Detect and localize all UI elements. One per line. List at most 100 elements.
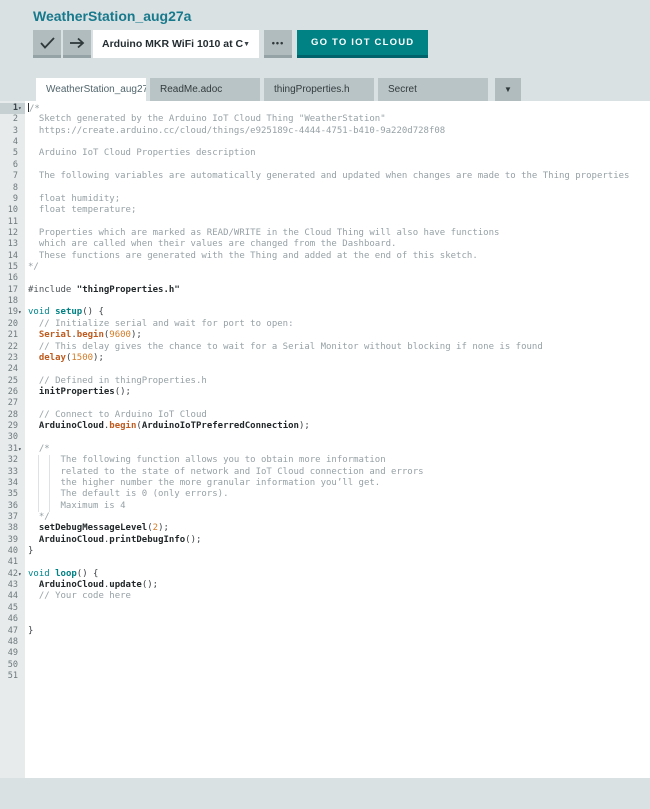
code-line[interactable] [25, 296, 650, 307]
code-line[interactable]: #include "thingProperties.h" [25, 285, 650, 296]
code-line[interactable]: // Your code here [25, 591, 650, 602]
code-line[interactable]: */ [25, 262, 650, 273]
code-line[interactable]: related to the state of network and IoT … [25, 467, 650, 478]
line-number: 37 [0, 512, 25, 523]
board-selector-label: Arduino MKR WiFi 1010 at C... [102, 38, 243, 50]
code-line[interactable] [25, 637, 650, 648]
code-line[interactable] [25, 217, 650, 228]
line-number: 26 [0, 387, 25, 398]
code-line[interactable] [25, 648, 650, 659]
code-line[interactable]: */ [25, 512, 650, 523]
code-line[interactable]: /* [25, 444, 650, 455]
code-line[interactable] [25, 557, 650, 568]
line-number: 3 [0, 126, 25, 137]
code-area[interactable]: /* Sketch generated by the Arduino IoT C… [25, 101, 650, 778]
code-line[interactable]: } [25, 626, 650, 637]
code-line[interactable] [25, 660, 650, 671]
code-line[interactable]: The following function allows you to obt… [25, 455, 650, 466]
code-line[interactable]: The following variables are automaticall… [25, 171, 650, 182]
right-arrow-icon [70, 37, 85, 49]
fold-caret-icon[interactable]: ▾ [18, 569, 25, 580]
tab-thingproperties-h[interactable]: thingProperties.h [264, 78, 374, 101]
code-line[interactable] [25, 671, 650, 682]
line-number: 48 [0, 637, 25, 648]
code-line[interactable]: float humidity; [25, 194, 650, 205]
code-line[interactable]: ArduinoCloud.update(); [25, 580, 650, 591]
code-line[interactable]: delay(1500); [25, 353, 650, 364]
page-title: WeatherStation_aug27a [33, 8, 191, 24]
line-number: 1▾ [0, 103, 25, 114]
code-line[interactable] [25, 160, 650, 171]
line-number: 24 [0, 364, 25, 375]
code-line[interactable]: ArduinoCloud.printDebugInfo(); [25, 535, 650, 546]
go-to-iot-cloud-button[interactable]: GO TO IOT CLOUD [297, 30, 428, 58]
line-number: 18 [0, 296, 25, 307]
line-number: 33 [0, 467, 25, 478]
code-line[interactable] [25, 364, 650, 375]
line-number: 20 [0, 319, 25, 330]
line-number: 50 [0, 660, 25, 671]
line-number: 45 [0, 603, 25, 614]
code-line[interactable] [25, 273, 650, 284]
line-number: 9 [0, 194, 25, 205]
code-line[interactable]: Arduino IoT Cloud Properties description [25, 148, 650, 159]
code-line[interactable]: } [25, 546, 650, 557]
code-line[interactable]: https://create.arduino.cc/cloud/things/e… [25, 126, 650, 137]
code-line[interactable]: /* [25, 103, 650, 114]
line-number: 12 [0, 228, 25, 239]
tab-secret[interactable]: Secret [378, 78, 488, 101]
code-editor[interactable]: 1▾2345678910111213141516171819▾202122232… [0, 101, 650, 778]
code-line[interactable]: Serial.begin(9600); [25, 330, 650, 341]
code-line[interactable]: setDebugMessageLevel(2); [25, 523, 650, 534]
arduino-web-editor: WeatherStation_aug27a Arduino MKR WiFi 1… [0, 0, 650, 809]
line-number: 14 [0, 251, 25, 262]
line-number: 36 [0, 501, 25, 512]
code-line[interactable]: // Defined in thingProperties.h [25, 376, 650, 387]
line-number: 43 [0, 580, 25, 591]
check-icon [40, 37, 55, 49]
fold-caret-icon[interactable]: ▾ [18, 103, 25, 114]
fold-caret-icon[interactable]: ▾ [18, 444, 25, 455]
code-line[interactable] [25, 614, 650, 625]
code-line[interactable]: These functions are generated with the T… [25, 251, 650, 262]
tab-readme-adoc[interactable]: ReadMe.adoc [150, 78, 260, 101]
line-number: 10 [0, 205, 25, 216]
line-number: 21 [0, 330, 25, 341]
code-line[interactable]: Maximum is 4 [25, 501, 650, 512]
line-number: 28 [0, 410, 25, 421]
code-line[interactable]: initProperties(); [25, 387, 650, 398]
code-line[interactable]: ArduinoCloud.begin(ArduinoIoTPreferredCo… [25, 421, 650, 432]
code-line[interactable] [25, 398, 650, 409]
code-line[interactable]: // This delay gives the chance to wait f… [25, 342, 650, 353]
code-line[interactable]: // Initialize serial and wait for port t… [25, 319, 650, 330]
chevron-down-icon: ▼ [243, 41, 250, 48]
line-number: 5 [0, 148, 25, 159]
code-line[interactable]: which are called when their values are c… [25, 239, 650, 250]
code-line[interactable]: // Connect to Arduino IoT Cloud [25, 410, 650, 421]
code-line[interactable]: void setup() { [25, 307, 650, 318]
verify-button[interactable] [33, 30, 61, 58]
line-number: 35 [0, 489, 25, 500]
code-line[interactable]: The default is 0 (only errors). [25, 489, 650, 500]
more-options-button[interactable]: ••• [264, 30, 292, 58]
code-line[interactable]: Properties which are marked as READ/WRIT… [25, 228, 650, 239]
fold-caret-icon[interactable]: ▾ [18, 307, 25, 318]
code-line[interactable] [25, 183, 650, 194]
toolbar: Arduino MKR WiFi 1010 at C... ▼ ••• GO T… [33, 30, 428, 58]
code-line[interactable] [25, 137, 650, 148]
tab-list-dropdown-button[interactable]: ▼ [495, 78, 521, 101]
code-line[interactable]: the higher number the more granular info… [25, 478, 650, 489]
code-line[interactable]: void loop() { [25, 569, 650, 580]
chevron-down-icon: ▼ [504, 85, 512, 94]
code-line[interactable] [25, 603, 650, 614]
line-number: 30 [0, 432, 25, 443]
board-selector[interactable]: Arduino MKR WiFi 1010 at C... ▼ [93, 30, 259, 58]
line-number: 25 [0, 376, 25, 387]
upload-button[interactable] [63, 30, 91, 58]
code-line[interactable]: float temperature; [25, 205, 650, 216]
line-number: 2 [0, 114, 25, 125]
line-number: 6 [0, 160, 25, 171]
tab-weatherstation-aug27a[interactable]: WeatherStation_aug27a [36, 78, 146, 101]
code-line[interactable]: Sketch generated by the Arduino IoT Clou… [25, 114, 650, 125]
code-line[interactable] [25, 432, 650, 443]
